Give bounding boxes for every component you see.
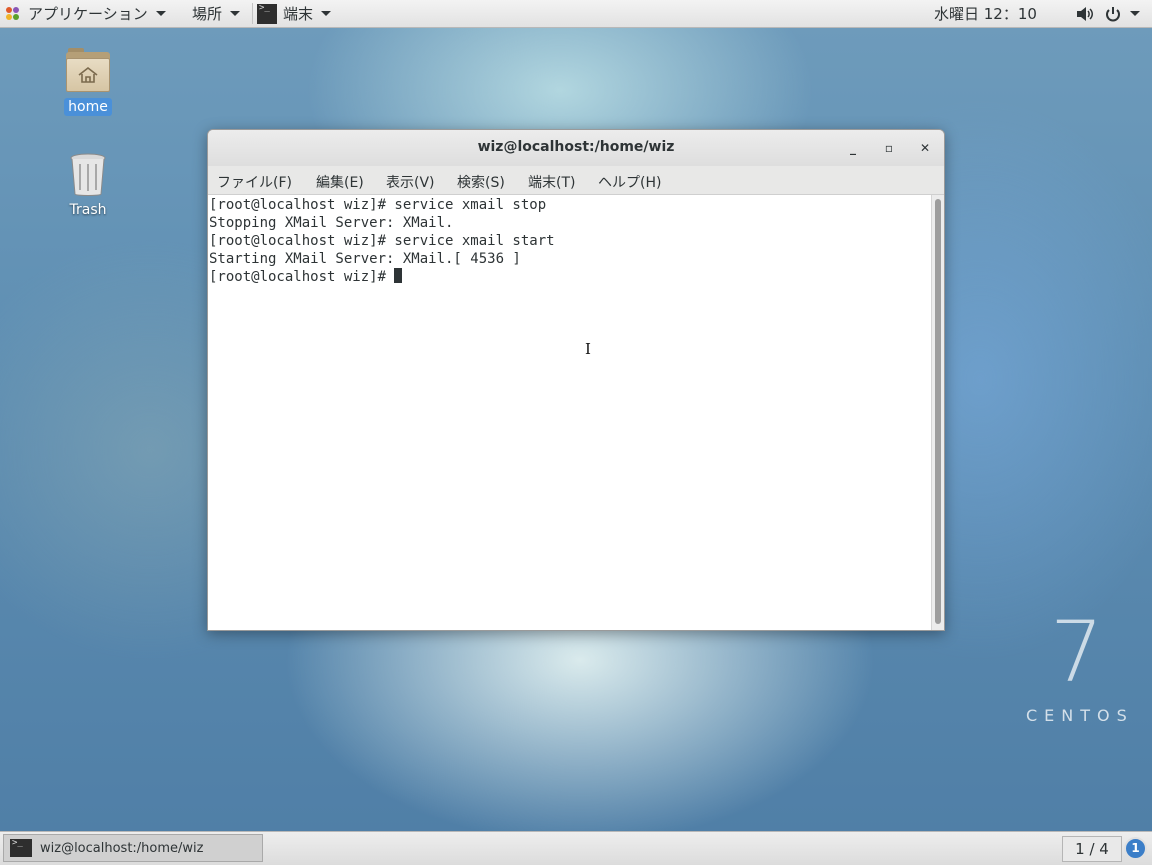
menubar: ファイル(F) 編集(E) 表示(V) 検索(S) 端末(T) ヘルプ(H)	[208, 166, 944, 195]
text-cursor	[394, 268, 403, 283]
maximize-button[interactable]: ▫	[881, 140, 897, 156]
chevron-down-icon	[155, 11, 166, 16]
close-button[interactable]: ✕	[917, 140, 933, 156]
terminal-icon: >_	[10, 839, 32, 857]
terminal-line: Stopping XMail Server: XMail.	[209, 215, 454, 231]
active-app-label: 端末	[283, 5, 314, 23]
places-menu[interactable]: 場所	[192, 0, 241, 27]
mouse-ibeam-cursor: I	[585, 340, 591, 358]
applications-menu[interactable]: アプリケーション	[6, 0, 166, 27]
applications-icon	[6, 6, 20, 21]
menu-view[interactable]: 表示(V)	[386, 172, 435, 192]
taskbar-terminal-button[interactable]: >_ wiz@localhost:/home/wiz	[3, 834, 263, 862]
menu-search[interactable]: 検索(S)	[457, 172, 505, 192]
folder-icon	[66, 48, 110, 92]
system-menu[interactable]	[1076, 0, 1140, 27]
house-icon	[78, 66, 98, 83]
desktop-trash[interactable]: Trash	[48, 152, 128, 218]
scrollbar-thumb[interactable]	[935, 199, 941, 624]
taskbar-terminal-label: wiz@localhost:/home/wiz	[40, 840, 204, 856]
clock[interactable]: 水曜日 12：10	[934, 0, 1037, 27]
places-label: 場所	[192, 5, 223, 23]
terminal-line: [root@localhost wiz]# service xmail stop	[209, 197, 547, 213]
active-app-menu[interactable]: >_ 端末	[257, 0, 332, 27]
desktop-home-folder[interactable]: home	[48, 48, 128, 116]
bottom-panel: >_ wiz@localhost:/home/wiz 1 / 4 1	[0, 831, 1152, 865]
chevron-down-icon	[321, 11, 332, 16]
volume-icon	[1077, 6, 1093, 21]
notification-badge[interactable]: 1	[1124, 837, 1147, 860]
top-panel: アプリケーション 場所 >_ 端末 水曜日 12：10	[0, 0, 1152, 28]
chevron-down-icon	[230, 11, 241, 16]
menu-terminal[interactable]: 端末(T)	[528, 172, 575, 192]
menu-file[interactable]: ファイル(F)	[217, 172, 292, 192]
minimize-button[interactable]: _	[845, 140, 861, 156]
clock-label: 水曜日 12：10	[934, 5, 1037, 23]
home-label: home	[64, 98, 112, 116]
menu-edit[interactable]: 編集(E)	[316, 172, 364, 192]
centos-watermark-word: CENTOS	[1026, 706, 1134, 725]
chevron-down-icon	[1130, 11, 1140, 16]
panel-divider	[252, 3, 253, 24]
terminal-prompt: [root@localhost wiz]#	[209, 269, 395, 285]
workspace-switcher[interactable]: 1 / 4	[1062, 836, 1122, 862]
terminal-window: wiz@localhost:/home/wiz _ ▫ ✕ ファイル(F) 編集…	[207, 129, 945, 631]
terminal-prompt-line: [root@localhost wiz]#	[209, 268, 403, 286]
window-title: wiz@localhost:/home/wiz	[477, 139, 675, 155]
terminal-line: [root@localhost wiz]# service xmail star…	[209, 233, 555, 249]
trash-label: Trash	[69, 202, 107, 218]
menu-help[interactable]: ヘルプ(H)	[598, 172, 661, 192]
trash-icon	[69, 152, 107, 198]
terminal-scrollbar[interactable]	[931, 195, 944, 630]
terminal-line: Starting XMail Server: XMail.[ 4536 ]	[209, 251, 521, 267]
centos-watermark-number: 7	[1050, 603, 1104, 701]
terminal-output[interactable]: [root@localhost wiz]# service xmail stop…	[208, 195, 932, 630]
applications-label: アプリケーション	[28, 5, 148, 23]
window-titlebar[interactable]: wiz@localhost:/home/wiz _ ▫ ✕	[208, 130, 944, 166]
terminal-icon: >_	[257, 3, 277, 24]
power-icon	[1106, 6, 1120, 21]
